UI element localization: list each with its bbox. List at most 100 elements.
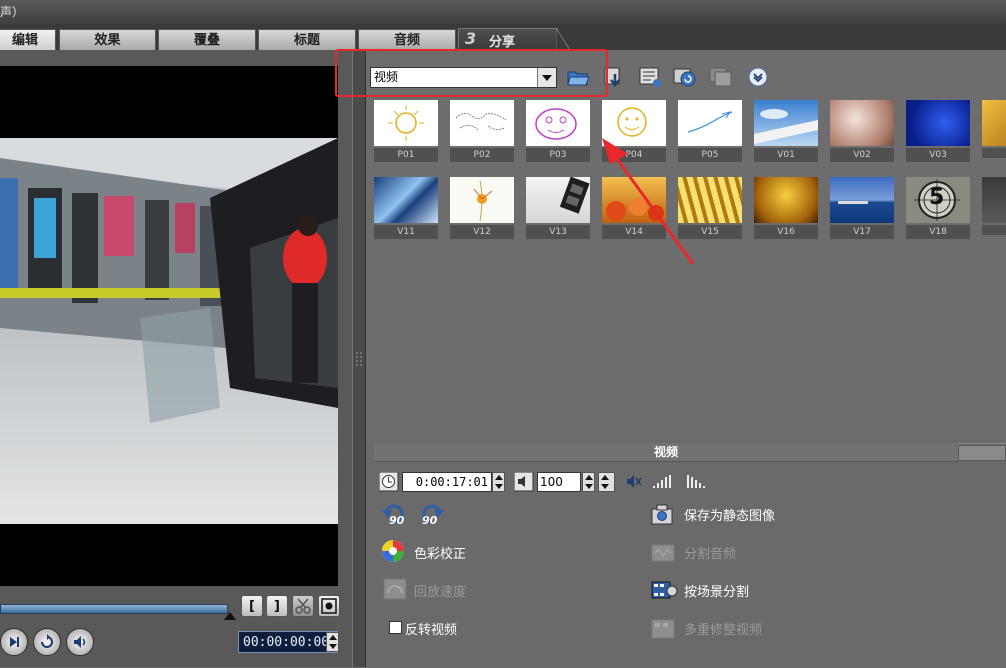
next-frame-button[interactable] — [0, 628, 28, 656]
tab-slant-decoration — [556, 28, 570, 50]
clip-thumb-v12[interactable]: V12 — [450, 177, 514, 239]
clip-thumb-v02[interactable]: V02 — [830, 100, 894, 162]
storyboard-icon[interactable] — [709, 66, 733, 88]
cut-clip-button[interactable] — [292, 595, 314, 617]
clip-label: V12 — [450, 225, 514, 239]
clip-thumb-v13[interactable]: V13 — [526, 177, 590, 239]
clip-thumb-v03[interactable]: V03 — [906, 100, 970, 162]
duration-spinner[interactable] — [492, 472, 505, 492]
list-view-icon[interactable] — [639, 66, 663, 88]
color-correction-button[interactable]: 色彩校正 — [414, 543, 466, 562]
multi-trim-icon — [651, 619, 675, 639]
clip-thumb-partial-2[interactable] — [982, 177, 1006, 235]
clip-image — [526, 177, 590, 223]
repeat-button[interactable] — [33, 628, 61, 656]
seek-bar[interactable] — [0, 604, 228, 614]
split-audio-button[interactable]: 分割音频 — [684, 543, 736, 562]
clip-image — [526, 100, 590, 146]
multi-trim-video-button[interactable]: 多重修整视频 — [684, 619, 762, 638]
clip-label: V02 — [830, 148, 894, 162]
sort-icon[interactable] — [673, 66, 697, 88]
volume-spinner[interactable] — [582, 472, 595, 492]
clip-image: 5 — [906, 177, 970, 223]
playback-speed-icon — [383, 578, 407, 600]
color-wheel-icon[interactable] — [381, 539, 405, 563]
speaker-icon — [74, 636, 86, 648]
volume-button[interactable] — [66, 628, 94, 656]
clip-label: P02 — [450, 148, 514, 162]
clip-image — [982, 177, 1006, 223]
tab-share[interactable]: 3 分享 — [458, 28, 558, 50]
clip-thumb-p02[interactable]: P02 — [450, 100, 514, 162]
share-step-number: 3 — [465, 29, 477, 48]
target-icon — [321, 598, 337, 614]
trim-marker[interactable] — [224, 612, 236, 620]
tab-overlay[interactable]: 覆叠 — [158, 29, 256, 50]
clip-image — [906, 100, 970, 146]
clip-label: P03 — [526, 148, 590, 162]
clock-icon — [379, 472, 399, 492]
fade-out-icon[interactable] — [686, 472, 710, 492]
clip-thumb-v11[interactable]: V11 — [374, 177, 438, 239]
volume-dropdown[interactable] — [598, 472, 615, 492]
reverse-video-label: 反转视频 — [405, 623, 458, 638]
clip-image — [450, 177, 514, 223]
subway-scene-image — [0, 138, 338, 524]
mute-icon[interactable] — [624, 472, 644, 492]
panel-splitter[interactable] — [352, 50, 366, 667]
timecode-spinner[interactable] — [326, 632, 339, 652]
clip-label: P01 — [374, 148, 438, 162]
snapshot-button[interactable] — [318, 595, 340, 617]
clip-label: V11 — [374, 225, 438, 239]
clip-label: V03 — [906, 148, 970, 162]
video-frame — [0, 138, 338, 524]
clip-volume-field[interactable]: 100 — [537, 472, 581, 492]
save-still-image-button[interactable]: 保存为静态图像 — [684, 505, 775, 524]
tab-share-label: 分享 — [489, 35, 516, 50]
annotation-arrow — [602, 138, 695, 265]
clip-label: V13 — [526, 225, 590, 239]
split-by-scene-icon[interactable] — [651, 579, 679, 603]
tab-edit[interactable]: 编辑 — [0, 29, 56, 50]
clip-thumb-p03[interactable]: P03 — [526, 100, 590, 162]
rotate-right-label: 90 — [422, 514, 438, 527]
splitter-grip-icon — [356, 352, 362, 368]
camera-save-icon[interactable] — [651, 503, 677, 527]
clip-thumb-v01[interactable]: V01 — [754, 100, 818, 162]
rotate-left-label: 90 — [389, 514, 405, 527]
annotation-highlight-box — [335, 49, 608, 97]
mark-out-button[interactable]: ] — [266, 595, 288, 617]
clip-duration-field[interactable]: 0:00:17:01 — [402, 472, 492, 492]
mark-in-button[interactable]: [ — [241, 595, 263, 617]
preview-timecode[interactable]: 00:00:00:00 — [238, 631, 338, 653]
clip-thumb-v16[interactable]: V16 — [754, 177, 818, 239]
fade-in-icon[interactable] — [652, 472, 676, 492]
clip-image — [374, 177, 438, 223]
clip-thumb-v18[interactable]: 5 V18 — [906, 177, 970, 239]
split-by-scene-button[interactable]: 按场景分割 — [684, 581, 749, 600]
tab-audio[interactable]: 音频 — [358, 29, 456, 50]
options-tab-secondary[interactable] — [958, 445, 1006, 461]
playback-speed-button[interactable]: 回放速度 — [414, 581, 466, 600]
window-title: 声） — [0, 5, 25, 19]
split-audio-icon — [651, 544, 675, 562]
clip-label-partial — [982, 225, 1006, 235]
clip-image — [754, 100, 818, 146]
repeat-icon — [41, 634, 53, 648]
clip-label: V16 — [754, 225, 818, 239]
options-tab-video[interactable]: 视频 — [374, 443, 958, 462]
scissors-icon — [295, 598, 311, 614]
expand-more-icon[interactable] — [747, 65, 771, 87]
clip-label: V18 — [906, 225, 970, 239]
clip-thumb-v17[interactable]: V17 — [830, 177, 894, 239]
tab-effect[interactable]: 效果 — [59, 29, 156, 50]
clip-image — [982, 100, 1006, 146]
clip-thumb-partial[interactable] — [982, 100, 1006, 158]
clip-thumb-p01[interactable]: P01 — [374, 100, 438, 162]
speaker-icon — [514, 472, 534, 492]
tab-title[interactable]: 标题 — [258, 29, 356, 50]
clip-image — [830, 100, 894, 146]
step-tab-bar: 编辑 效果 覆叠 标题 音频 3 分享 — [0, 24, 1006, 50]
clip-image — [754, 177, 818, 223]
reverse-video-checkbox[interactable] — [389, 621, 402, 634]
